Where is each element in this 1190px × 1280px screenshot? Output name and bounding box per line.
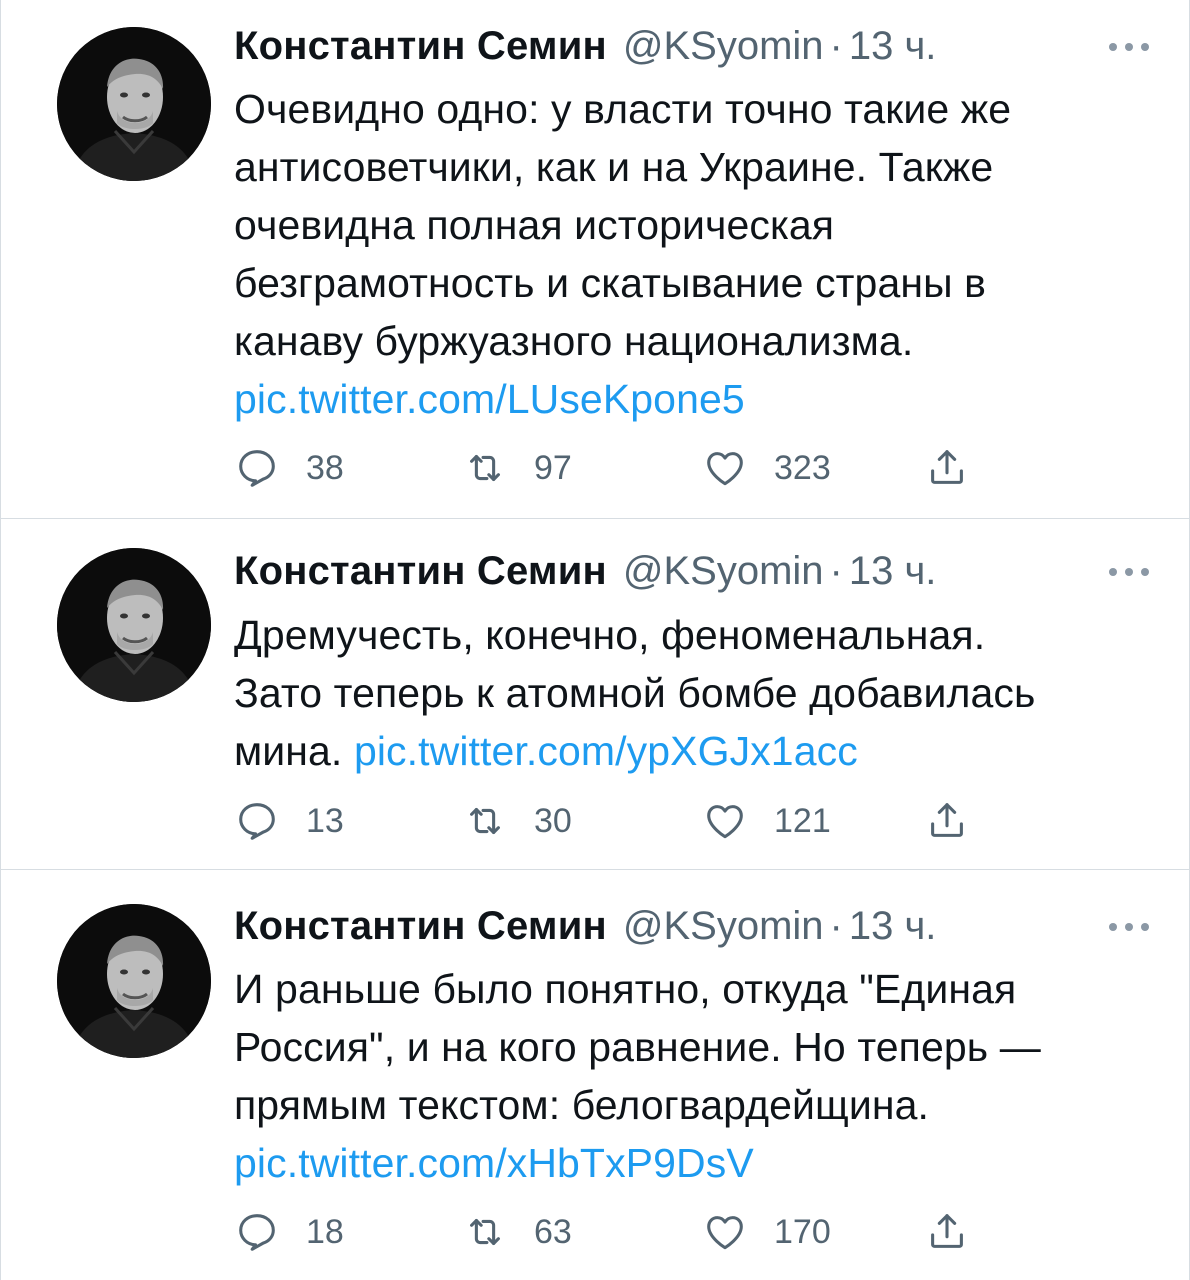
share-button[interactable] (924, 796, 970, 846)
tweet-text-line: мина. (234, 728, 343, 774)
tweet-header: Константин Семин @KSyomin · 13 ч. (234, 546, 1129, 596)
tweet[interactable]: Константин Семин @KSyomin · 13 ч. Очевид… (1, 0, 1189, 519)
reply-button[interactable]: 18 (234, 1207, 344, 1257)
retweet-button[interactable]: 97 (462, 443, 572, 493)
like-count: 323 (774, 448, 831, 487)
author-handle[interactable]: @KSyomin (623, 24, 824, 69)
tweet-text-line: прямым текстом: белогвардейщина. (234, 1082, 929, 1128)
tweet-actions: 13 30 121 (234, 796, 994, 846)
tweet-text: Очевидно одно: у власти точно такие же а… (234, 80, 1149, 428)
author-handle[interactable]: @KSyomin (623, 549, 824, 594)
tweet-actions: 38 97 323 (234, 443, 994, 493)
tweet-text-line: Очевидно одно: у власти точно такие же (234, 86, 1012, 132)
tweet-header: Константин Семин @KSyomin · 13 ч. (234, 21, 1129, 71)
author-name[interactable]: Константин Семин (234, 549, 607, 594)
retweet-icon (470, 807, 500, 835)
tweet-text-line: очевидна полная историческая (234, 202, 835, 248)
tweet-actions: 18 63 170 (234, 1207, 994, 1257)
tweet-text: Дремучесть, конечно, феноменальная. Зато… (234, 606, 1149, 780)
tweet-text-line: Зато теперь к атомной бомбе добавилась (234, 670, 1036, 716)
separator-dot: · (829, 23, 843, 68)
retweet-button[interactable]: 63 (462, 1207, 572, 1257)
retweet-icon (470, 454, 500, 482)
tweet-text-line: канаву буржуазного национализма. (234, 318, 914, 364)
author-name[interactable]: Константин Семин (234, 904, 607, 949)
tweet[interactable]: Константин Семин @KSyomin · 13 ч. Дремуч… (1, 519, 1189, 870)
tweet-text-line: Дремучесть, конечно, феноменальная. (234, 612, 986, 658)
reply-count: 38 (306, 448, 344, 487)
share-icon (931, 450, 963, 484)
retweet-count: 97 (534, 448, 572, 487)
timestamp[interactable]: 13 ч. (849, 549, 937, 594)
like-button[interactable]: 323 (702, 443, 831, 493)
reply-button[interactable]: 13 (234, 796, 344, 846)
like-icon (707, 452, 743, 486)
author-handle[interactable]: @KSyomin (623, 904, 824, 949)
reply-icon (239, 803, 275, 840)
timeline: Константин Семин @KSyomin · 13 ч. Очевид… (0, 0, 1190, 1280)
more-icon[interactable] (1109, 566, 1149, 578)
timestamp[interactable]: 13 ч. (849, 904, 937, 949)
share-icon (931, 803, 963, 837)
media-link[interactable]: pic.twitter.com/xHbTxP9DsV (234, 1140, 754, 1186)
like-count: 170 (774, 1212, 831, 1251)
tweet-text-line: Россия", и на кого равнение. Но теперь — (234, 1024, 1041, 1070)
retweet-button[interactable]: 30 (462, 796, 572, 846)
like-button[interactable]: 121 (702, 796, 831, 846)
tweet-header: Константин Семин @KSyomin · 13 ч. (234, 901, 1129, 951)
tweet-text-line: безграмотность и скатывание страны в (234, 260, 987, 306)
like-icon (707, 1216, 743, 1250)
avatar[interactable] (57, 27, 211, 181)
more-icon[interactable] (1109, 41, 1149, 53)
timestamp[interactable]: 13 ч. (849, 24, 937, 69)
reply-count: 13 (306, 801, 344, 840)
share-icon (931, 1214, 963, 1248)
tweet[interactable]: Константин Семин @KSyomin · 13 ч. И рань… (1, 870, 1189, 1280)
retweet-count: 30 (534, 801, 572, 840)
like-button[interactable]: 170 (702, 1207, 831, 1257)
reply-button[interactable]: 38 (234, 443, 344, 493)
reply-count: 18 (306, 1212, 344, 1251)
media-link[interactable]: pic.twitter.com/ypXGJx1acc (354, 728, 858, 774)
like-count: 121 (774, 801, 831, 840)
separator-dot: · (829, 903, 843, 948)
avatar-photo-icon (57, 27, 211, 181)
avatar-photo-icon (57, 904, 211, 1058)
tweet-text-line: антисоветчики, как и на Украине. Также (234, 144, 994, 190)
avatar-photo-icon (57, 548, 211, 702)
author-name[interactable]: Константин Семин (234, 24, 607, 69)
tweet-text-line: И раньше было понятно, откуда "Единая (234, 966, 1017, 1012)
media-link[interactable]: pic.twitter.com/LUseKpone5 (234, 376, 745, 422)
avatar[interactable] (57, 904, 211, 1058)
reply-icon (239, 1214, 275, 1251)
share-button[interactable] (924, 1207, 970, 1257)
tweet-text: И раньше было понятно, откуда "Единая Ро… (234, 960, 1149, 1192)
retweet-count: 63 (534, 1212, 572, 1251)
avatar[interactable] (57, 548, 211, 702)
like-icon (707, 805, 743, 839)
more-icon[interactable] (1109, 921, 1149, 933)
retweet-icon (470, 1218, 500, 1246)
share-button[interactable] (924, 443, 970, 493)
reply-icon (239, 450, 275, 487)
separator-dot: · (829, 548, 843, 593)
